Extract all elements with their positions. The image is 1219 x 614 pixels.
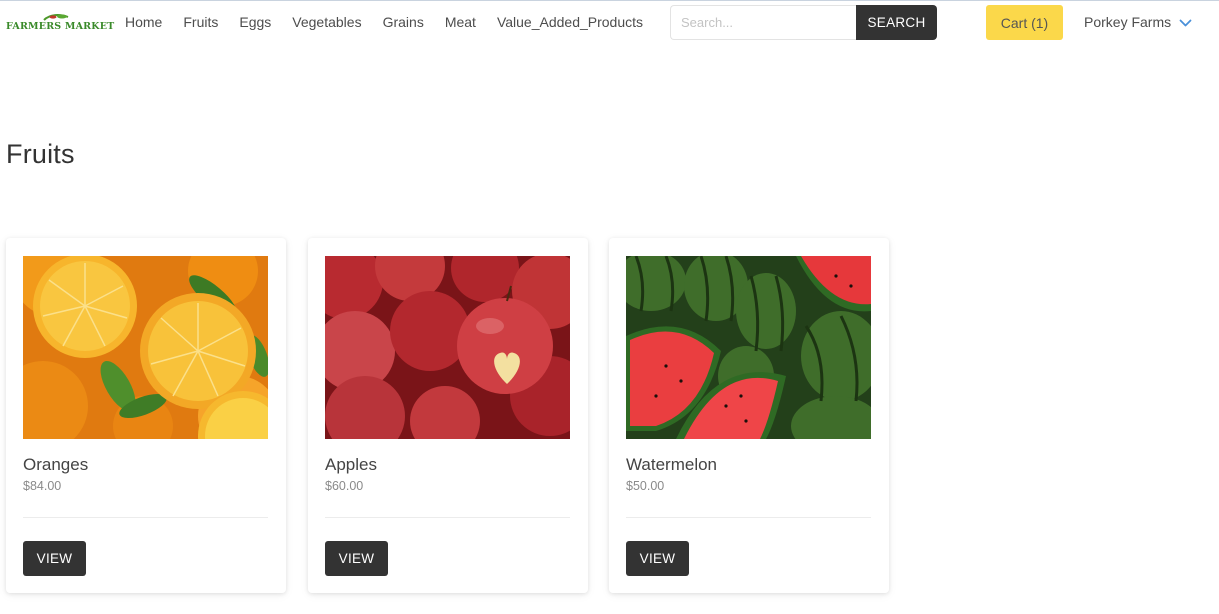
user-name: Porkey Farms xyxy=(1084,14,1172,30)
apples-image[interactable] xyxy=(325,256,570,439)
nav-link-value-added-products[interactable]: Value_Added_Products xyxy=(497,14,643,30)
main-nav: Home Fruits Eggs Vegetables Grains Meat … xyxy=(125,14,664,30)
card-divider xyxy=(626,517,871,518)
chevron-down-icon xyxy=(1179,19,1192,27)
card-divider xyxy=(23,517,268,518)
view-button-watermelon[interactable]: VIEW xyxy=(626,541,689,576)
nav-link-vegetables[interactable]: Vegetables xyxy=(292,14,361,30)
leaf-icon xyxy=(43,14,69,21)
search-button[interactable]: SEARCH xyxy=(856,5,937,40)
farmers-market-logo[interactable]: FARMERS MARKET xyxy=(6,14,114,32)
product-name: Oranges xyxy=(23,455,89,474)
oranges-image[interactable] xyxy=(23,256,268,439)
logo-text: FARMERS MARKET xyxy=(6,21,115,32)
view-button-oranges[interactable]: VIEW xyxy=(23,541,86,576)
view-button-apples[interactable]: VIEW xyxy=(325,541,388,576)
nav-link-home[interactable]: Home xyxy=(125,14,162,30)
nav-link-eggs[interactable]: Eggs xyxy=(239,14,271,30)
product-name: Watermelon xyxy=(626,455,718,474)
nav-link-fruits[interactable]: Fruits xyxy=(183,14,218,30)
cart-button[interactable]: Cart (1) xyxy=(986,5,1063,40)
top-navbar: FARMERS MARKET Home Fruits Eggs Vegetabl… xyxy=(0,1,1219,43)
product-name: Apples xyxy=(325,455,377,474)
product-card: Watermelon $50.00 VIEW xyxy=(609,238,889,593)
nav-link-grains[interactable]: Grains xyxy=(383,14,424,30)
nav-link-meat[interactable]: Meat xyxy=(445,14,476,30)
search-bar: SEARCH xyxy=(670,5,937,40)
search-input[interactable] xyxy=(670,5,856,40)
card-divider xyxy=(325,517,570,518)
page-title: Fruits xyxy=(6,139,75,169)
product-card: Oranges $84.00 VIEW xyxy=(6,238,286,593)
watermelon-image[interactable] xyxy=(626,256,871,439)
product-price: $84.00 xyxy=(23,479,62,493)
product-card: Apples $60.00 VIEW xyxy=(308,238,588,593)
product-price: $50.00 xyxy=(626,479,665,493)
product-price: $60.00 xyxy=(325,479,364,493)
user-menu[interactable]: Porkey Farms xyxy=(1084,14,1192,30)
